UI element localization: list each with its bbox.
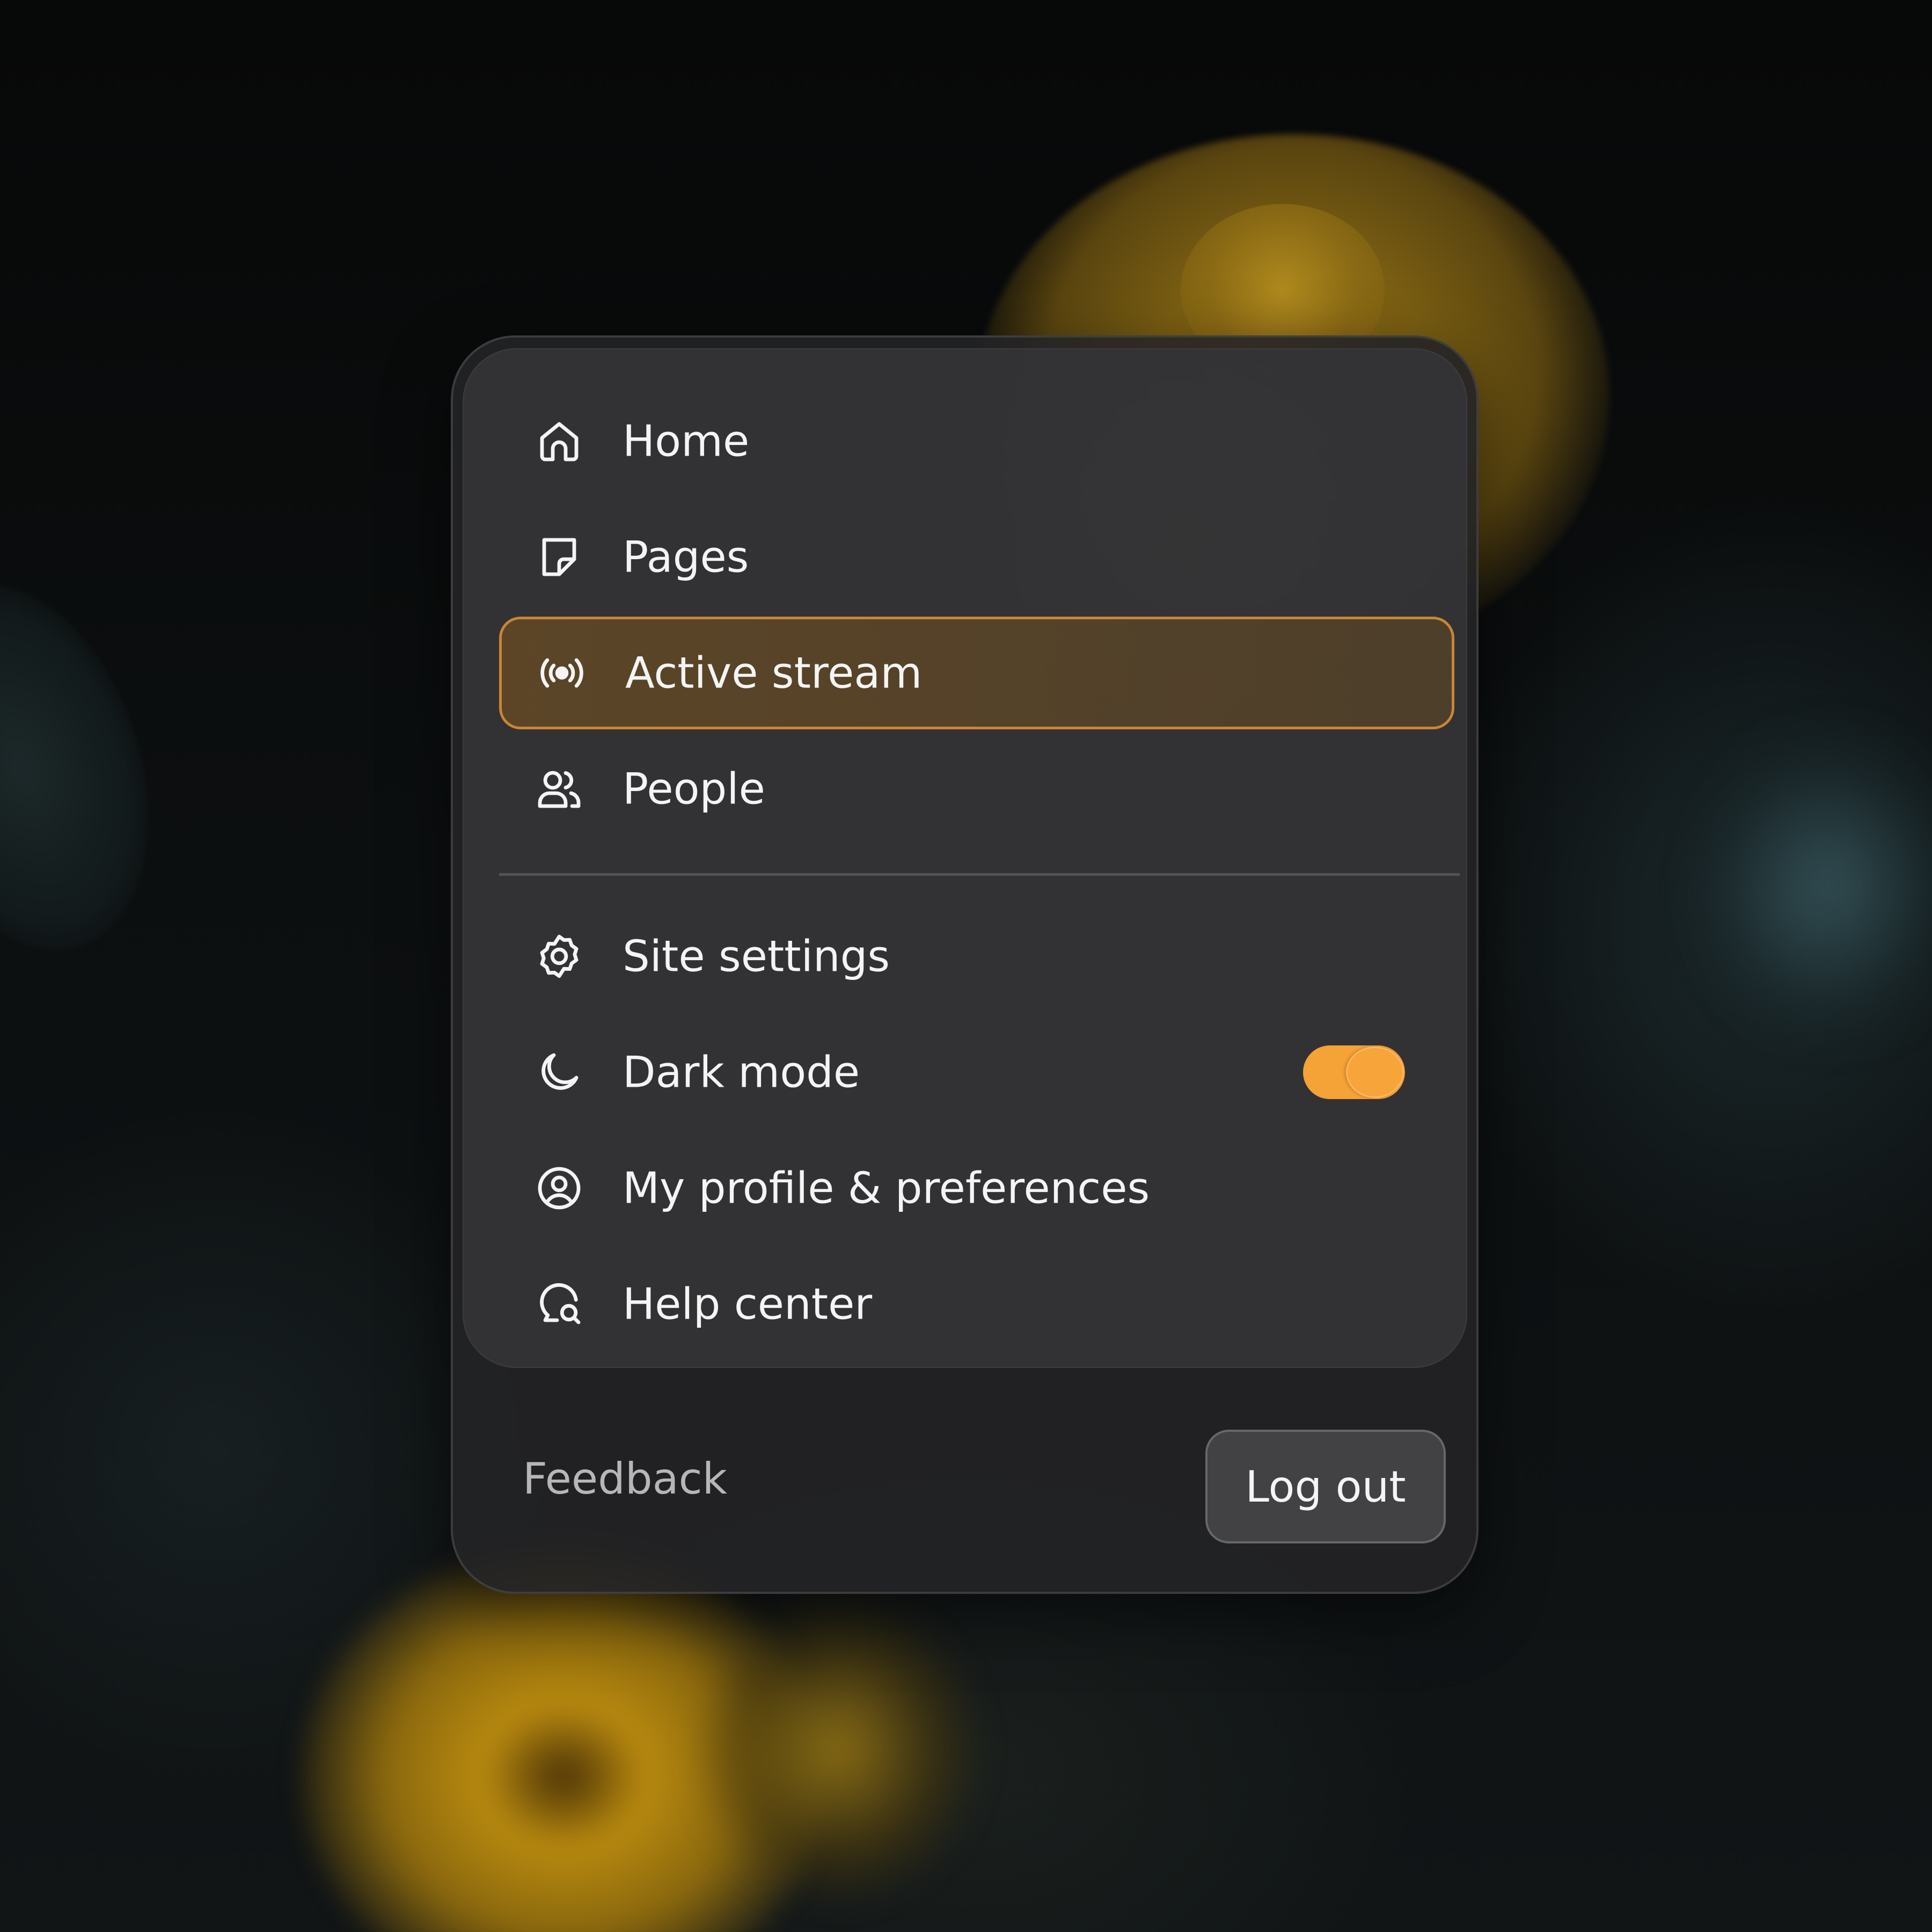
menu-item-label: Pages xyxy=(623,532,749,582)
menu-panel: Home Pages Active stream People Site set… xyxy=(451,335,1479,1594)
menu-item-label: People xyxy=(623,764,765,814)
menu-list: Home Pages Active stream People Site set… xyxy=(463,348,1467,1368)
menu-item-label: Active stream xyxy=(625,648,923,698)
menu-item-home[interactable]: Home xyxy=(499,385,1454,497)
chat-search-icon xyxy=(533,1278,585,1330)
background-flower-bottom-2 xyxy=(698,1599,977,1900)
menu-item-people[interactable]: People xyxy=(499,733,1454,845)
user-circle-icon xyxy=(533,1162,585,1214)
menu-item-help-center[interactable]: Help center xyxy=(499,1248,1454,1360)
background-leaf-left xyxy=(0,552,192,983)
menu-item-site-settings[interactable]: Site settings xyxy=(499,900,1454,1013)
background-leaf-right xyxy=(1690,724,1932,1046)
menu-item-label: Dark mode xyxy=(623,1047,860,1097)
menu-item-active-stream[interactable]: Active stream xyxy=(499,617,1454,729)
dark-mode-toggle[interactable] xyxy=(1303,1045,1405,1099)
menu-item-label: My profile & preferences xyxy=(623,1163,1150,1213)
logout-button[interactable]: Log out xyxy=(1205,1430,1446,1543)
broadcast-icon xyxy=(536,647,588,699)
page-icon xyxy=(533,531,585,583)
home-icon xyxy=(533,415,585,467)
menu-item-label: Site settings xyxy=(623,931,890,982)
people-icon xyxy=(533,763,585,815)
gear-icon xyxy=(533,931,585,982)
toggle-knob xyxy=(1346,1046,1404,1098)
menu-item-label: Help center xyxy=(623,1279,873,1329)
moon-icon xyxy=(533,1046,585,1098)
menu-item-profile[interactable]: My profile & preferences xyxy=(499,1132,1454,1245)
menu-item-label: Home xyxy=(623,416,750,466)
menu-divider xyxy=(499,873,1460,876)
menu-item-dark-mode: Dark mode xyxy=(499,1016,1454,1129)
menu-item-pages[interactable]: Pages xyxy=(499,501,1454,613)
feedback-link[interactable]: Feedback xyxy=(523,1454,727,1504)
